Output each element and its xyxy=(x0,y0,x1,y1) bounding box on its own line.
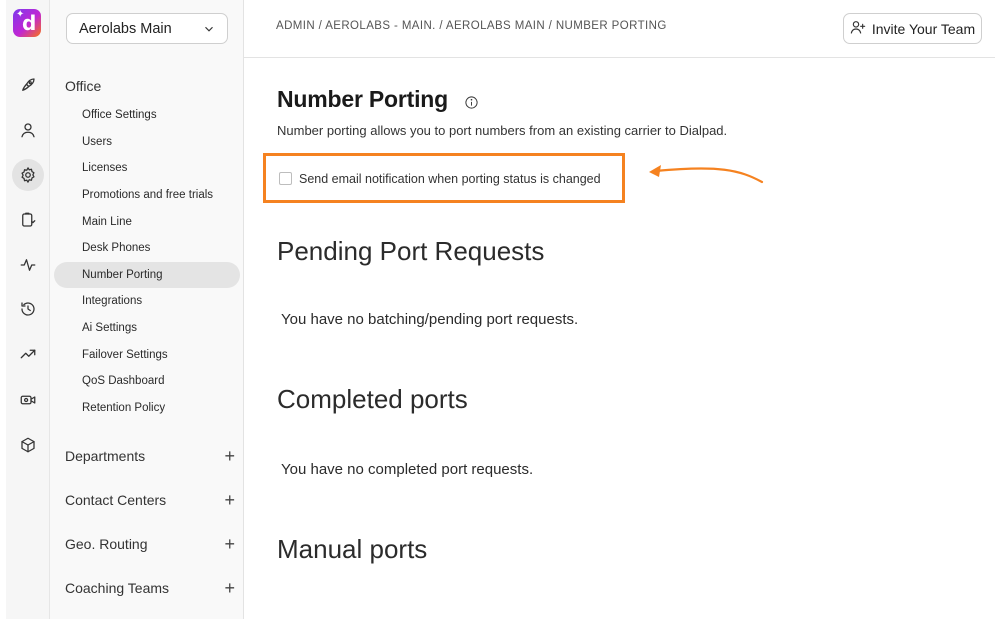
nav-item-label: Number Porting xyxy=(82,269,163,281)
invite-team-button[interactable]: Invite Your Team xyxy=(843,13,982,44)
dialpad-logo[interactable]: ✦ d xyxy=(13,9,41,37)
chevron-down-icon xyxy=(202,22,216,36)
plus-icon[interactable]: + xyxy=(224,535,235,553)
nav-group-departments[interactable]: Departments + xyxy=(65,447,235,465)
nav-item-ai-settings[interactable]: Ai Settings xyxy=(54,315,240,341)
video-icon[interactable] xyxy=(14,386,42,414)
nav-item-label: Ai Settings xyxy=(82,322,137,334)
activity-icon[interactable] xyxy=(14,251,42,279)
user-icon[interactable] xyxy=(14,116,42,144)
plus-icon[interactable]: + xyxy=(224,447,235,465)
nav-item-label: Main Line xyxy=(82,216,132,228)
page-title: Number Porting xyxy=(277,86,448,112)
nav-item-licenses[interactable]: Licenses xyxy=(54,155,240,181)
invite-team-label: Invite Your Team xyxy=(871,20,976,37)
breadcrumb[interactable]: ADMIN / AEROLABS - MAIN. / AEROLABS MAIN… xyxy=(276,20,667,32)
top-bar: ADMIN / AEROLABS - MAIN. / AEROLABS MAIN… xyxy=(244,0,995,58)
plus-icon[interactable]: + xyxy=(224,491,235,509)
nav-item-retention-policy[interactable]: Retention Policy xyxy=(54,395,240,421)
trending-icon[interactable] xyxy=(14,340,42,368)
history-icon[interactable] xyxy=(14,295,42,323)
nav-item-failover-settings[interactable]: Failover Settings xyxy=(54,342,240,368)
user-plus-icon xyxy=(850,19,866,38)
nav-group-geo-routing[interactable]: Geo. Routing + xyxy=(65,535,235,553)
nav-group-label: Contact Centers xyxy=(65,492,167,508)
nav-group-label: Geo. Routing xyxy=(65,536,148,552)
email-notification-label[interactable]: Send email notification when porting sta… xyxy=(299,172,601,186)
nav-item-desk-phones[interactable]: Desk Phones xyxy=(54,235,240,261)
cube-icon[interactable] xyxy=(14,431,42,459)
nav-item-label: Licenses xyxy=(82,162,128,174)
nav-item-label: QoS Dashboard xyxy=(82,375,165,387)
nav-item-label: Integrations xyxy=(82,295,143,307)
pending-port-requests-heading: Pending Port Requests xyxy=(277,236,545,266)
nav-item-label: Desk Phones xyxy=(82,242,151,254)
completed-ports-heading: Completed ports xyxy=(277,384,468,414)
nav-group-label: Coaching Teams xyxy=(65,580,170,596)
gear-icon[interactable] xyxy=(12,159,44,191)
nav-item-qos-dashboard[interactable]: QoS Dashboard xyxy=(54,368,240,394)
nav-item-label: Office Settings xyxy=(82,109,157,121)
nav-item-promotions[interactable]: Promotions and free trials xyxy=(54,182,240,208)
nav-item-label: Users xyxy=(82,136,113,148)
nav-item-number-porting[interactable]: Number Porting xyxy=(54,262,240,288)
nav-item-label: Promotions and free trials xyxy=(82,189,214,201)
nav-group-contact-centers[interactable]: Contact Centers + xyxy=(65,491,235,509)
icon-rail: ✦ d xyxy=(6,0,50,619)
nav-item-label: Retention Policy xyxy=(82,402,166,414)
annotation-arrow-icon xyxy=(649,165,764,184)
workspace-selector[interactable]: Aerolabs Main xyxy=(66,13,228,44)
manual-ports-heading: Manual ports xyxy=(277,534,428,564)
settings-nav: Aerolabs Main Office Office Settings Use… xyxy=(50,0,244,619)
nav-item-main-line[interactable]: Main Line xyxy=(54,209,240,235)
nav-section-office[interactable]: Office xyxy=(65,78,101,94)
clipboard-icon[interactable] xyxy=(14,206,42,234)
info-icon[interactable] xyxy=(464,95,479,110)
nav-group-label: Departments xyxy=(65,448,146,464)
completed-empty-state: You have no completed port requests. xyxy=(281,461,534,478)
pending-empty-state: You have no batching/pending port reques… xyxy=(281,311,579,328)
email-notification-checkbox[interactable] xyxy=(279,172,292,185)
plus-icon[interactable]: + xyxy=(224,579,235,597)
main-content: Number Porting Number porting allows you… xyxy=(244,58,995,619)
nav-item-label: Failover Settings xyxy=(82,349,168,361)
logo-letter: d xyxy=(22,11,37,35)
nav-item-office-settings[interactable]: Office Settings xyxy=(54,102,240,128)
page-description: Number porting allows you to port number… xyxy=(277,123,728,138)
nav-item-users[interactable]: Users xyxy=(54,129,240,155)
nav-group-coaching-teams[interactable]: Coaching Teams + xyxy=(65,579,235,597)
workspace-label: Aerolabs Main xyxy=(79,20,172,37)
rocket-icon[interactable] xyxy=(14,71,42,99)
nav-item-integrations[interactable]: Integrations xyxy=(54,288,240,314)
